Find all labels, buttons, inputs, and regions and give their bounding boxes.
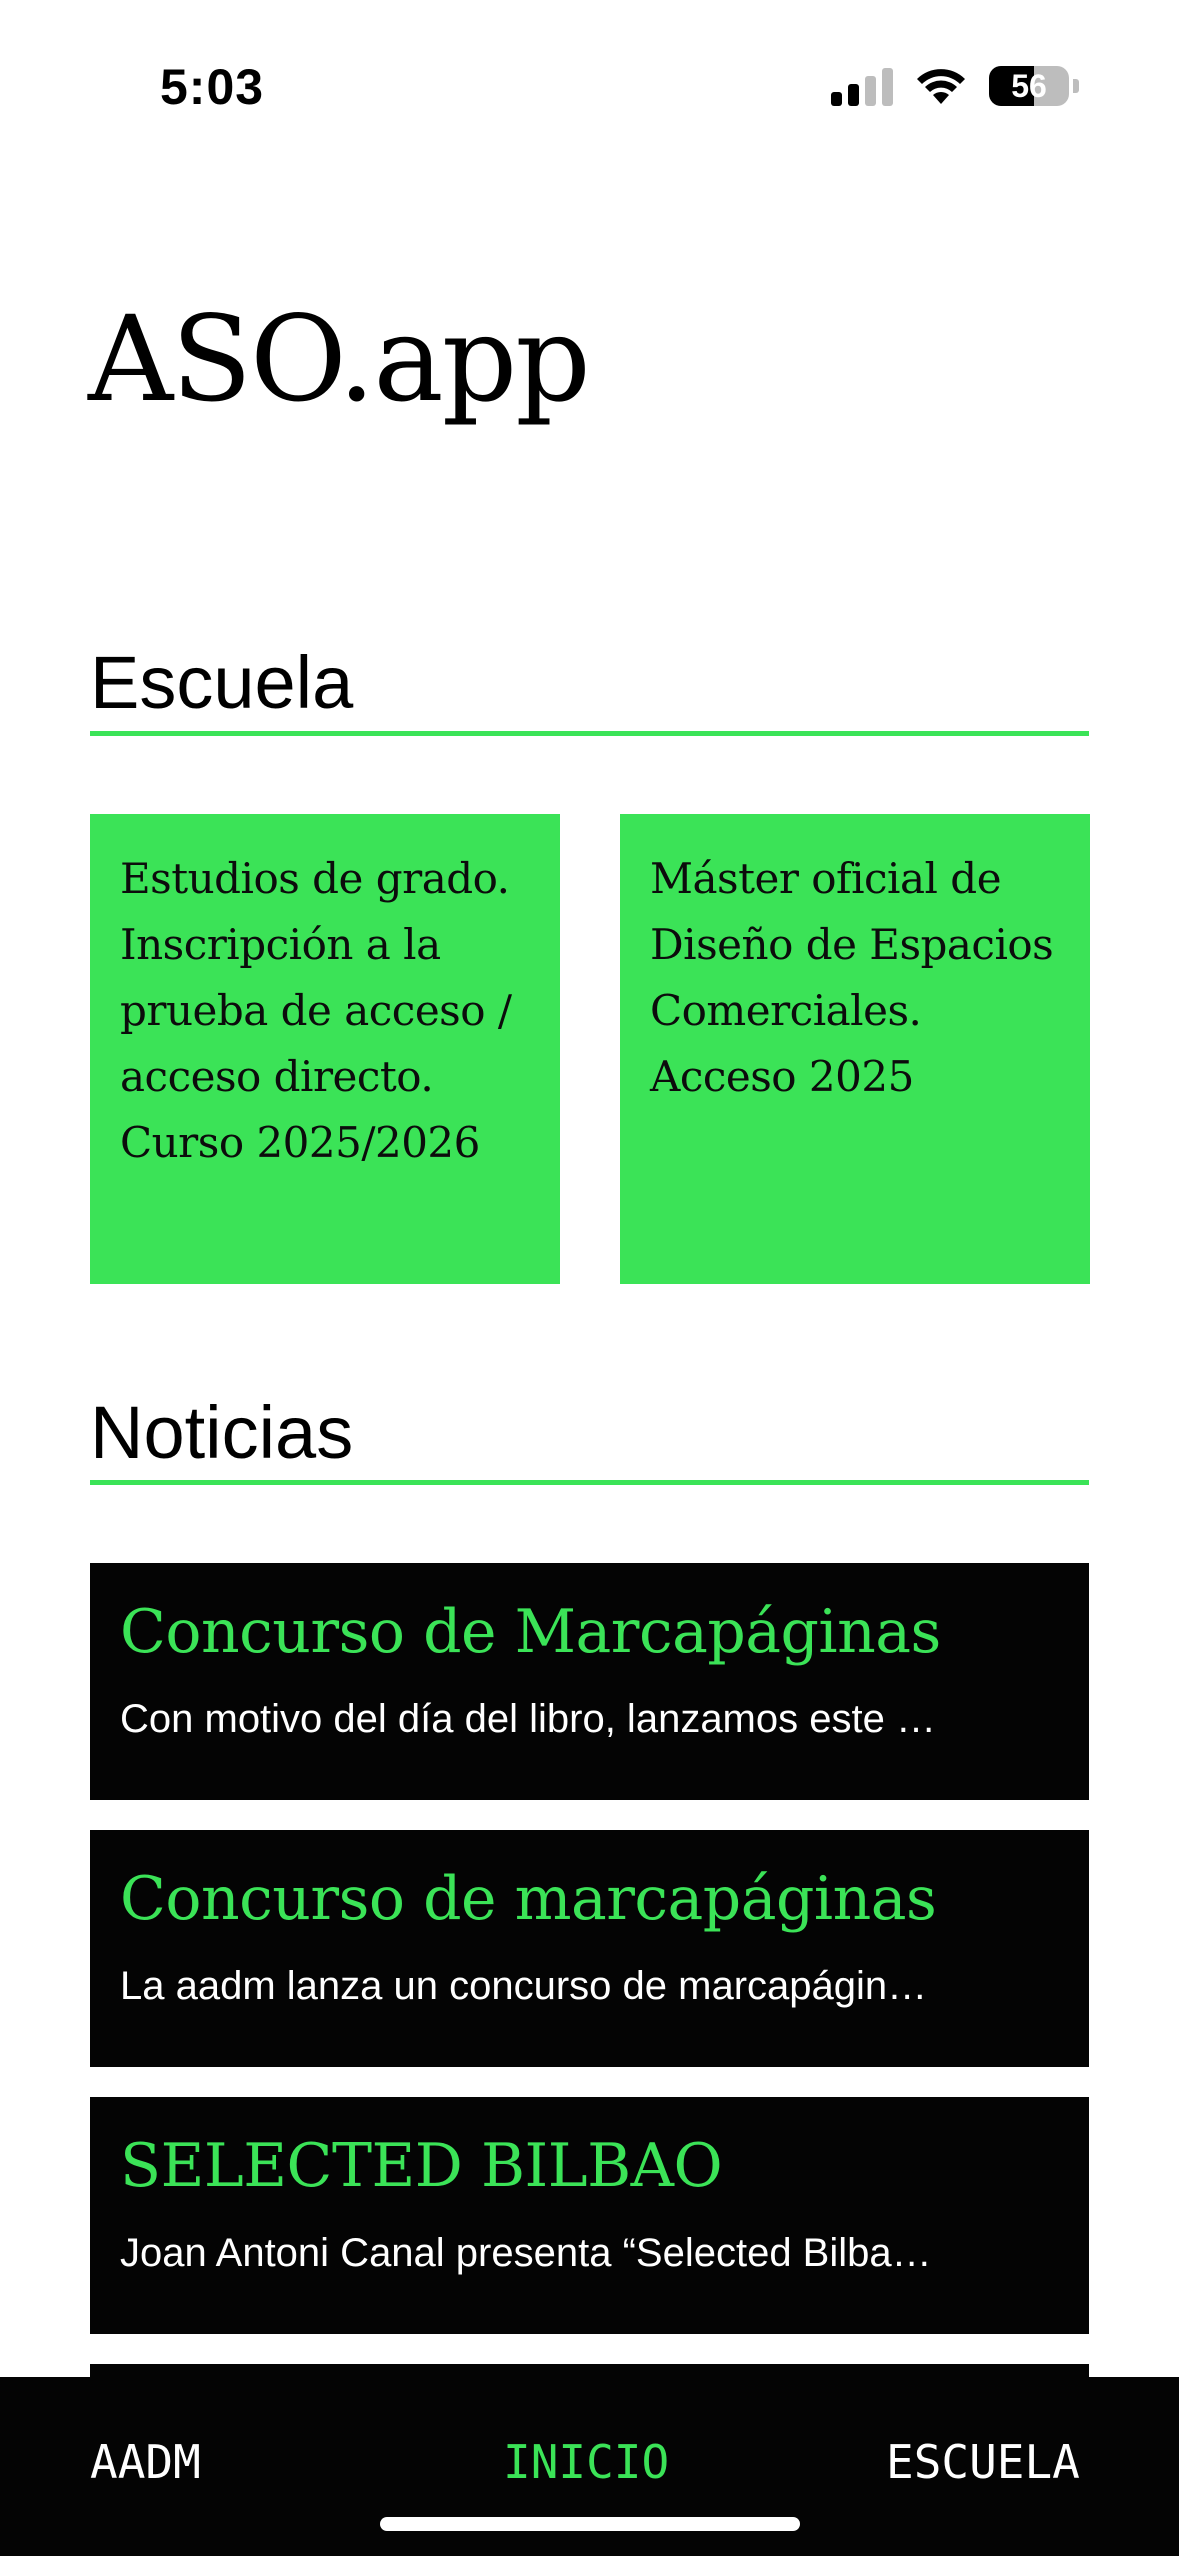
app-logo: ASO.app [88, 290, 591, 428]
escuela-card-grado[interactable]: Estudios de grado. Inscripción a la prue… [90, 814, 560, 1284]
battery-cap [1073, 79, 1079, 93]
battery-icon: 56 [989, 66, 1069, 106]
escuela-card-text: Máster oficial de Diseño de Espacios Com… [650, 854, 1054, 1101]
news-excerpt: Joan Antoni Canal presenta “Selected Bil… [120, 2231, 932, 2275]
news-title: SELECTED BILBAO [120, 2131, 723, 2201]
bottom-nav: AADM INICIO ESCUELA [0, 2377, 1179, 2556]
news-item[interactable]: Concurso de Marcapáginas Con motivo del … [90, 1563, 1089, 1800]
status-time: 5:03 [160, 59, 265, 115]
news-item[interactable]: SELECTED BILBAO Joan Antoni Canal presen… [90, 2097, 1089, 2334]
nav-tab-inicio[interactable]: INICIO [503, 2435, 669, 2489]
cellular-signal-icon [831, 66, 893, 106]
escuela-section-title: Escuela [90, 641, 354, 724]
wifi-icon [917, 69, 965, 104]
nav-tab-aadm[interactable]: AADM [90, 2435, 201, 2489]
nav-tab-escuela[interactable]: ESCUELA [886, 2435, 1080, 2489]
home-indicator[interactable] [380, 2517, 800, 2531]
escuela-card-text: Estudios de grado. Inscripción a la prue… [120, 854, 512, 1167]
news-item[interactable]: Concurso de marcapáginas La aadm lanza u… [90, 1830, 1089, 2067]
status-bar: 5:03 56 [0, 0, 1179, 175]
news-title: Concurso de Marcapáginas [120, 1597, 941, 1667]
escuela-divider [90, 731, 1089, 736]
news-excerpt: Con motivo del día del libro, lanzamos e… [120, 1697, 936, 1741]
status-icons: 56 [831, 62, 1079, 110]
news-excerpt: La aadm lanza un concurso de marcapágin… [120, 1964, 928, 2008]
noticias-section-title: Noticias [90, 1391, 354, 1474]
battery-level: 56 [1011, 67, 1047, 104]
news-title: Concurso de marcapáginas [120, 1864, 937, 1934]
noticias-divider [90, 1480, 1089, 1485]
escuela-card-master[interactable]: Máster oficial de Diseño de Espacios Com… [620, 814, 1090, 1284]
